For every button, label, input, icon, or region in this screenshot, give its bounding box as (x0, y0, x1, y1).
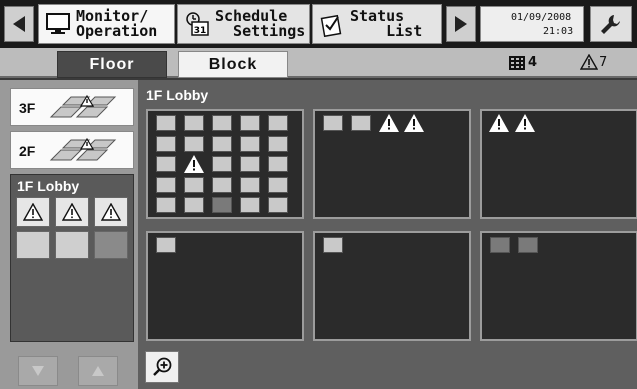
unit-icon[interactable] (212, 115, 232, 131)
unit-icon[interactable] (240, 156, 260, 172)
unit-icon[interactable] (518, 237, 538, 253)
tab-schedule-label: Schedule Settings (215, 7, 306, 40)
unit-icon[interactable] (184, 115, 204, 131)
unit-icon[interactable] (212, 176, 232, 193)
unit-icon[interactable] (184, 176, 204, 193)
warning-icon[interactable] (183, 154, 205, 174)
floor-label: 2F (19, 143, 36, 159)
unit-icon[interactable] (323, 237, 343, 253)
block-tile[interactable] (146, 109, 304, 219)
block-thumb (94, 197, 128, 227)
tab-monitor-label: Monitor/ Operation (76, 7, 158, 40)
block-thumb (94, 231, 128, 259)
unit-icon[interactable] (351, 115, 371, 131)
scroll-up-button[interactable] (78, 356, 118, 386)
block-tile[interactable] (146, 231, 304, 341)
block-tile[interactable] (313, 231, 471, 341)
floor-item-2f[interactable]: 2F (10, 131, 134, 169)
time-text: 21:03 (543, 26, 574, 37)
arrow-left-icon (13, 16, 25, 32)
block-thumb (55, 197, 89, 227)
unit-icon[interactable] (268, 156, 288, 172)
unit-icon[interactable] (240, 176, 260, 193)
floor-list-panel: 3F 2F 1F Lobby (0, 80, 138, 389)
unit-icon[interactable] (156, 197, 176, 213)
warning-icon[interactable] (488, 113, 510, 133)
unit-icon[interactable] (268, 176, 288, 193)
block-tile[interactable] (313, 109, 471, 219)
tab-monitor-operation[interactable]: Monitor/ Operation (38, 4, 175, 44)
unit-icon[interactable] (268, 197, 288, 213)
warning-icon (580, 54, 598, 70)
floor-item-3f[interactable]: 3F (10, 88, 134, 126)
monitor-icon (44, 10, 72, 38)
unit-icon[interactable] (156, 115, 176, 131)
unit-icon[interactable] (240, 135, 260, 152)
tab-floor[interactable]: Floor (57, 51, 167, 78)
unit-icon[interactable] (240, 197, 260, 213)
unit-icon[interactable] (156, 135, 176, 152)
alarm-count: 7 (580, 54, 607, 70)
date-time-display: 01/09/2008 21:03 (480, 6, 584, 42)
view-tab-bar: Floor Block 4 7 (0, 48, 637, 78)
group-count: 4 (509, 55, 537, 70)
floor-label: 1F Lobby (17, 178, 80, 194)
nav-prev-button[interactable] (4, 6, 34, 42)
block-tile[interactable] (480, 231, 637, 341)
unit-icon[interactable] (268, 135, 288, 152)
warning-icon (101, 203, 121, 221)
warning-icon (62, 203, 82, 221)
unit-icon[interactable] (268, 115, 288, 131)
tab-status-list[interactable]: Status List (312, 4, 442, 44)
tab-status-label: Status List (350, 7, 423, 40)
calendar-icon: 31 (183, 10, 211, 38)
unit-icon[interactable] (156, 237, 176, 253)
unit-icon[interactable] (212, 135, 232, 152)
alarm-count-value: 7 (599, 54, 608, 70)
warning-icon[interactable] (514, 113, 536, 133)
unit-icon[interactable] (323, 115, 343, 131)
date-text: 01/09/2008 (511, 12, 572, 23)
group-count-value: 4 (528, 55, 538, 70)
floor-title: 1F Lobby (146, 87, 209, 103)
unit-icon[interactable] (212, 156, 232, 172)
block-tile[interactable] (480, 109, 637, 219)
block-thumb (16, 231, 50, 259)
nav-next-button[interactable] (446, 6, 476, 42)
unit-icon[interactable] (490, 237, 510, 253)
zoom-in-button[interactable] (145, 351, 179, 383)
floor-item-1f-lobby[interactable]: 1F Lobby (10, 174, 134, 342)
wrench-icon (601, 15, 620, 34)
svg-text:31: 31 (194, 26, 207, 36)
tab-block[interactable]: Block (178, 51, 288, 78)
group-grid-icon (509, 55, 525, 70)
zoom-in-icon (153, 357, 172, 376)
warning-icon[interactable] (403, 113, 425, 133)
warning-icon[interactable] (378, 113, 400, 133)
unit-icon[interactable] (184, 135, 204, 152)
unit-icon[interactable] (184, 197, 204, 213)
block-thumb (16, 197, 50, 227)
warning-icon (23, 203, 43, 221)
maintenance-button[interactable] (590, 6, 632, 42)
unit-icon[interactable] (156, 176, 176, 193)
status-list-icon (318, 10, 346, 38)
triangle-down-icon (32, 366, 44, 376)
floor-layout-area: 1F Lobby (138, 80, 637, 389)
arrow-right-icon (455, 16, 467, 32)
tab-schedule-settings[interactable]: 31 Schedule Settings (177, 4, 310, 44)
unit-icon[interactable] (156, 156, 176, 172)
unit-icon[interactable] (240, 115, 260, 131)
top-navigation-bar: Monitor/ Operation 31 Schedule Settings … (0, 0, 637, 48)
floor-label: 3F (19, 100, 36, 116)
block-thumb (55, 231, 89, 259)
unit-icon[interactable] (212, 197, 232, 213)
scroll-down-button[interactable] (18, 356, 58, 386)
floor-map-icon (49, 137, 117, 161)
triangle-up-icon (92, 366, 104, 376)
floor-map-icon (49, 94, 117, 118)
